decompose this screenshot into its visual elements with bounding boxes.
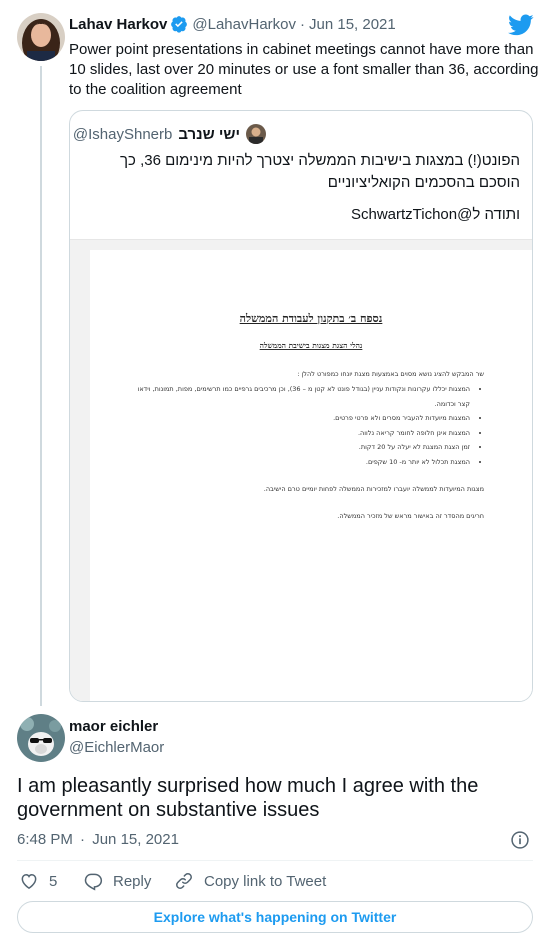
document-title: נספח ב׳ בתקנון לעבודת הממשלה [239, 312, 383, 325]
quoted-tweet-card[interactable]: ישי שנרב @IshayShnerb הפונט(!) במצגות בי… [69, 110, 533, 702]
heart-icon [21, 873, 37, 889]
link-icon [176, 873, 192, 889]
reply-tweet-text: I am pleasantly surprised how much I agr… [17, 775, 479, 821]
document-paragraph: מצגות המיועדות לממשלה יועברו למזכירות המ… [263, 485, 484, 493]
reply-author-name[interactable]: maor eichler [69, 718, 158, 735]
reply-timestamp[interactable]: 6:48 PM · Jun 15, 2021 [17, 831, 179, 848]
twitter-bird-icon[interactable] [508, 12, 534, 38]
original-author-name[interactable]: Lahav Harkov [69, 16, 167, 33]
document-paragraph: חריגים מהסדר זה באישור מראש של מזכיר הממ… [337, 512, 484, 520]
quoted-author-avatar [246, 124, 266, 144]
reply-author-handle[interactable]: @EichlerMaor [69, 739, 164, 756]
original-author-handle[interactable]: @LahavHarkov [192, 16, 296, 33]
explore-twitter-button[interactable]: Explore what's happening on Twitter [17, 901, 533, 933]
quoted-author-handle: @IshayShnerb [72, 125, 173, 143]
document-body: שר המבקש להציג נושא מסוים באמצעות מצגת י… [134, 367, 484, 523]
document-bullet: המצגות אינן חלופה לחומר קריאה נלווה. [134, 426, 470, 441]
reply-button[interactable]: Reply [83, 870, 151, 892]
original-tweet-text: Power point presentations in cabinet mee… [69, 41, 539, 98]
quoted-author-name: ישי שנרב [178, 125, 240, 143]
verified-badge-icon [171, 16, 188, 33]
thread-connector-line [40, 66, 42, 706]
reply-author-avatar[interactable] [17, 714, 65, 762]
speech-bubble-icon [84, 873, 103, 891]
info-icon[interactable] [510, 830, 530, 850]
original-tweet-header: Lahav Harkov @LahavHarkov · Jun 15, 2021 [69, 15, 396, 33]
quoted-tweet-thanks: ותודה ל@SchwartzTichon [350, 206, 520, 223]
document-subtitle: נהלי הצגת מצגות בישיבת הממשלה [259, 341, 363, 350]
original-author-avatar[interactable] [17, 13, 65, 61]
like-count: 5 [49, 872, 58, 890]
document-bullet-list: המצגות יכללו עקרונות ונקודות עניין (בגוד… [134, 382, 484, 469]
document-bullet: זמן הצגת המצגת לא יעלה על 20 דקות. [134, 440, 470, 455]
header-separator: · [300, 15, 305, 33]
reply-label: Reply [113, 872, 152, 890]
quoted-tweet-header: ישי שנרב @IshayShnerb [73, 124, 266, 144]
document-image[interactable]: נספח ב׳ בתקנון לעבודת הממשלה נהלי הצגת מ… [70, 239, 532, 701]
document-intro: שר המבקש להציג נושא מסוים באמצעות מצגת י… [297, 370, 484, 378]
like-button[interactable]: 5 [19, 870, 57, 892]
document-bullet: המצגות מיועדות להעביר מסרים ולא פרטי פרט… [134, 411, 470, 426]
reply-time: 6:48 PM [17, 831, 73, 848]
copy-link-label: Copy link to Tweet [204, 872, 327, 890]
original-tweet-date[interactable]: Jun 15, 2021 [309, 16, 396, 33]
document-bullet: המצגת תכלול לא יותר מ- 10 שקפים. [134, 455, 470, 470]
document-bullet: המצגות יכללו עקרונות ונקודות עניין (בגוד… [134, 382, 470, 411]
quoted-tweet-text: הפונט(!) במצגות בישיבות הממשלה יצטרך להי… [120, 152, 520, 191]
document-page: נספח ב׳ בתקנון לעבודת הממשלה נהלי הצגת מ… [90, 250, 532, 701]
copy-link-button[interactable]: Copy link to Tweet [174, 870, 326, 892]
reply-date: Jun 15, 2021 [92, 831, 179, 848]
divider [17, 860, 533, 861]
timestamp-separator: · [80, 831, 86, 848]
